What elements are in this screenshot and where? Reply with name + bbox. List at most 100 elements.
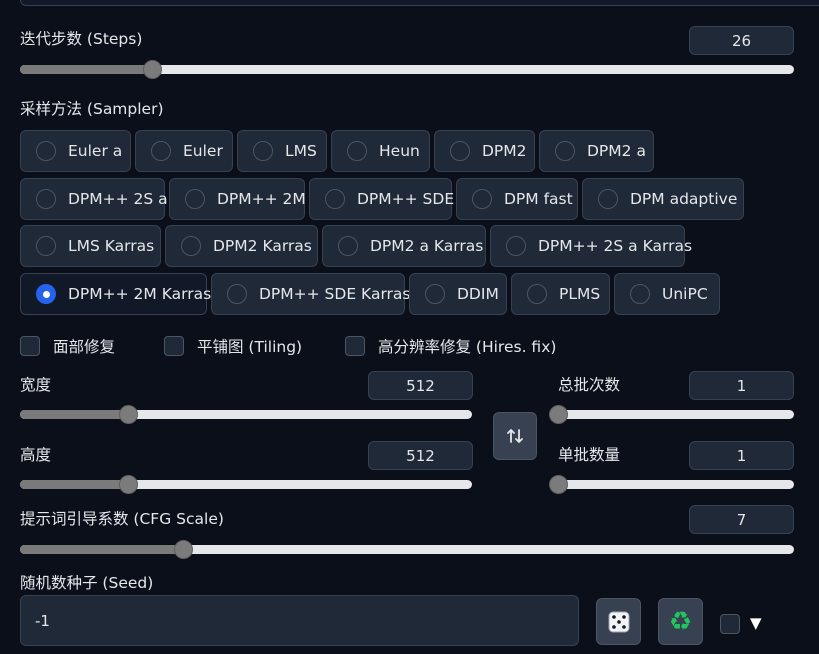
batch-count-label: 总批次数 <box>558 376 621 394</box>
sampler-option-label: DPM++ 2S a Karras <box>538 237 693 255</box>
batch-size-label: 单批数量 <box>558 446 621 464</box>
seed-input[interactable]: -1 <box>20 595 579 646</box>
sampler-option-label: UniPC <box>662 285 708 303</box>
width-slider-fill <box>20 410 129 419</box>
swap-dimensions-button[interactable] <box>493 412 537 460</box>
sampler-option-unipc[interactable]: UniPC <box>614 273 720 315</box>
seed-label: 随机数种子 (Seed) <box>20 574 154 592</box>
radio-indicator <box>227 284 247 304</box>
sampler-option-label: Euler a <box>68 142 123 160</box>
sampler-option-heun[interactable]: Heun <box>331 130 430 172</box>
sampler-option-label: DPM2 <box>482 142 527 160</box>
batch-count-slider[interactable] <box>549 405 794 424</box>
height-number-input[interactable]: 512 <box>368 441 473 470</box>
cfg-scale-slider[interactable] <box>20 540 794 559</box>
sampler-option-label: DPM++ SDE <box>357 190 455 208</box>
sampler-label: 采样方法 (Sampler) <box>20 100 164 118</box>
radio-indicator <box>598 189 618 209</box>
sampler-option-dpm-adaptive[interactable]: DPM adaptive <box>582 178 744 220</box>
batch-count-number-input[interactable]: 1 <box>689 371 794 400</box>
sampler-option-dpmpp-2m[interactable]: DPM++ 2M <box>169 178 306 220</box>
sampler-option-dpm2-a-karras[interactable]: DPM2 a Karras <box>322 225 486 267</box>
sampler-option-dpm2-karras[interactable]: DPM2 Karras <box>165 225 318 267</box>
sampler-option-dpmpp-2m-karras[interactable]: DPM++ 2M Karras <box>20 273 211 315</box>
steps-slider[interactable] <box>20 60 794 79</box>
tiling-label: 平铺图 (Tiling) <box>197 338 303 356</box>
height-slider-thumb[interactable] <box>119 475 139 494</box>
radio-indicator <box>506 236 526 256</box>
radio-indicator <box>185 189 205 209</box>
height-slider-fill <box>20 480 129 489</box>
radio-indicator-selected <box>36 284 56 304</box>
sampler-option-dpmpp-sde-karras[interactable]: DPM++ SDE Karras <box>211 273 411 315</box>
sampler-option-label: DPM++ 2S a <box>68 190 168 208</box>
batch-count-slider-thumb[interactable] <box>549 405 568 424</box>
width-number-input[interactable]: 512 <box>368 371 473 400</box>
recycle-icon: ♻ <box>668 606 693 637</box>
sampler-option-label: DPM2 a Karras <box>370 237 484 255</box>
radio-indicator <box>36 189 56 209</box>
hires-fix-label: 高分辨率修复 (Hires. fix) <box>378 338 557 356</box>
sampler-option-label: DPM2 Karras <box>213 237 312 255</box>
radio-indicator <box>325 189 345 209</box>
radio-indicator <box>450 141 470 161</box>
sampler-option-label: PLMS <box>559 285 601 303</box>
sampler-option-dpm2-a[interactable]: DPM2 a <box>539 130 654 172</box>
cfg-scale-slider-thumb[interactable] <box>173 540 193 559</box>
steps-slider-thumb[interactable] <box>142 60 162 79</box>
radio-indicator <box>347 141 367 161</box>
checkbox-box[interactable] <box>164 336 184 356</box>
checkbox-box[interactable] <box>20 336 40 356</box>
sampler-option-dpm2[interactable]: DPM2 <box>434 130 535 172</box>
radio-indicator <box>527 284 547 304</box>
sampler-option-dpmpp-2s-a[interactable]: DPM++ 2S a <box>20 178 168 220</box>
sampler-option-label: DDIM <box>457 285 499 303</box>
sampler-option-ddim[interactable]: DDIM <box>409 273 507 315</box>
radio-indicator <box>338 236 358 256</box>
radio-indicator <box>472 189 492 209</box>
sampler-option-label: DPM2 a <box>587 142 646 160</box>
dice-icon <box>608 611 629 632</box>
width-slider[interactable] <box>20 405 472 424</box>
steps-number-input[interactable]: 26 <box>689 26 794 55</box>
width-label: 宽度 <box>20 376 52 394</box>
radio-indicator <box>36 141 56 161</box>
checkbox-box[interactable] <box>345 336 365 356</box>
height-slider[interactable] <box>20 475 472 494</box>
sampler-option-label: DPM++ 2M Karras <box>68 285 212 303</box>
radio-indicator <box>181 236 201 256</box>
sampler-option-lms[interactable]: LMS <box>237 130 327 172</box>
steps-label: 迭代步数 (Steps) <box>20 30 143 48</box>
sampler-option-label: LMS <box>285 142 317 160</box>
sampler-option-lms-karras[interactable]: LMS Karras <box>20 225 161 267</box>
sampler-option-plms[interactable]: PLMS <box>511 273 610 315</box>
cfg-scale-number-input[interactable]: 7 <box>689 505 794 534</box>
cfg-scale-slider-fill <box>20 545 183 554</box>
sampler-option-dpm-fast[interactable]: DPM fast <box>456 178 578 220</box>
radio-indicator <box>253 141 273 161</box>
sampler-option-euler[interactable]: Euler <box>135 130 233 172</box>
sampler-option-label: Euler <box>183 142 223 160</box>
sampler-option-euler-a[interactable]: Euler a <box>20 130 131 172</box>
width-slider-thumb[interactable] <box>119 405 139 424</box>
batch-size-slider[interactable] <box>549 475 794 494</box>
batch-size-number-input[interactable]: 1 <box>689 441 794 470</box>
radio-indicator <box>151 141 171 161</box>
face-restore-label: 面部修复 <box>53 338 116 356</box>
extra-options-toggle-icon[interactable]: ▼ <box>750 614 762 632</box>
reuse-seed-button[interactable]: ♻ <box>658 598 703 645</box>
hires-fix-checkbox[interactable]: 高分辨率修复 (Hires. fix) <box>345 335 556 357</box>
face-restore-checkbox[interactable]: 面部修复 <box>20 335 115 357</box>
random-seed-button[interactable] <box>596 598 641 645</box>
extra-seed-checkbox[interactable] <box>720 614 740 634</box>
radio-indicator <box>425 284 445 304</box>
batch-size-slider-thumb[interactable] <box>549 475 568 494</box>
radio-indicator <box>630 284 650 304</box>
swap-vertical-arrows-icon <box>507 429 523 443</box>
sampler-option-label: DPM adaptive <box>630 190 738 208</box>
sampler-option-dpmpp-2s-a-karras[interactable]: DPM++ 2S a Karras <box>490 225 692 267</box>
tiling-checkbox[interactable]: 平铺图 (Tiling) <box>164 335 302 357</box>
height-label: 高度 <box>20 446 52 464</box>
sampler-option-dpmpp-sde[interactable]: DPM++ SDE <box>309 178 454 220</box>
previous-panel-edge <box>20 0 819 6</box>
